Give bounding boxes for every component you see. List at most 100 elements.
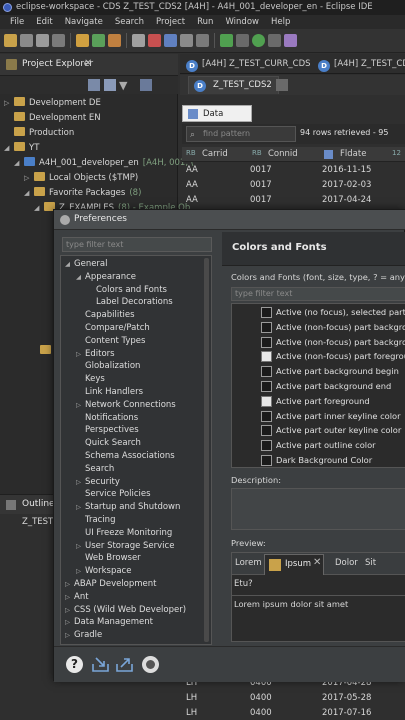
tree-item[interactable]: ◢ A4H_001_developer_en [A4H, 001, ( xyxy=(14,156,194,171)
pref-tree-item[interactable]: Notifications xyxy=(76,412,138,425)
column-connid[interactable]: Connid xyxy=(268,149,298,159)
expand-icon[interactable]: ◢ xyxy=(76,271,85,284)
menu-file[interactable]: File xyxy=(4,15,30,29)
column-fldate[interactable]: Fldate xyxy=(340,149,366,159)
expand-icon[interactable]: ▷ xyxy=(4,96,14,111)
pref-tree-item[interactable]: UI Freeze Monitoring xyxy=(76,527,172,540)
data-preview-tab[interactable]: Data Preview xyxy=(182,105,252,136)
subtab-z-test-cds2[interactable]: D Z_TEST_CDS2 xyxy=(188,76,279,94)
expand-icon[interactable]: ▷ xyxy=(65,604,74,617)
find-pattern-input[interactable]: ⌕ find pattern xyxy=(186,126,296,142)
menu-project[interactable]: Project xyxy=(150,15,191,29)
pref-tree-item[interactable]: Service Policies xyxy=(76,488,151,501)
check-icon[interactable] xyxy=(132,34,145,47)
column-carrid[interactable]: Carrid xyxy=(202,149,228,159)
pref-tree-item[interactable]: Capabilities xyxy=(76,309,135,322)
pref-tree-item[interactable]: ▷ Startup and Shutdown xyxy=(76,501,180,514)
pref-tree-item[interactable]: ▷ Gradle xyxy=(65,629,102,642)
expand-icon[interactable]: ◢ xyxy=(14,156,24,171)
debug-icon[interactable] xyxy=(148,34,161,47)
tree-item[interactable]: ▷ Development DE xyxy=(4,96,101,111)
color-item[interactable]: Active (no focus), selected part foregr xyxy=(232,305,405,320)
color-item[interactable]: Active part outline color xyxy=(232,438,405,453)
preferences-filter-input[interactable]: type filter text xyxy=(62,237,212,252)
pref-tree-item[interactable]: ▷ CSS (Wild Web Developer) xyxy=(65,604,186,617)
save-icon[interactable] xyxy=(20,34,33,47)
expand-icon[interactable]: ▷ xyxy=(65,591,74,604)
table-row[interactable]: AA 0017 2017-02-03 xyxy=(182,178,405,193)
color-item[interactable]: Active part inner keyline color xyxy=(232,409,405,424)
pref-tree-item[interactable]: ◢ Appearance xyxy=(76,271,136,284)
import-icon[interactable] xyxy=(92,656,109,673)
expand-icon[interactable]: ◢ xyxy=(4,141,14,156)
menu-run[interactable]: Run xyxy=(191,15,219,29)
tree-item[interactable]: Development EN xyxy=(4,111,101,126)
pref-tree-item[interactable]: Link Handlers xyxy=(76,386,143,399)
pref-tree-item[interactable]: Search xyxy=(76,463,114,476)
pref-tree-item[interactable]: Globalization xyxy=(76,360,140,373)
collapse-all-icon[interactable] xyxy=(88,79,100,91)
table-row[interactable]: AA 0017 2017-04-24 xyxy=(182,193,405,208)
pref-tree-item[interactable]: Tracing xyxy=(76,514,115,527)
pref-tree-item[interactable]: Label Decorations xyxy=(87,296,173,309)
print-icon[interactable] xyxy=(52,34,65,47)
external-tools-icon[interactable] xyxy=(284,34,297,47)
color-item[interactable]: Active (non-focus) part background xyxy=(232,335,405,350)
outline-tab[interactable]: Outline xyxy=(0,494,60,514)
oomph-icon[interactable] xyxy=(142,656,159,673)
filter-icon[interactable]: ▼ xyxy=(119,79,127,92)
tree-item[interactable]: ▷ Local Objects ($TMP) xyxy=(24,171,138,186)
color-item[interactable]: Active (non-focus) part background xyxy=(232,320,405,335)
launch-icon[interactable] xyxy=(252,34,265,47)
colors-filter-input[interactable]: type filter text xyxy=(231,287,405,301)
pref-tree-item[interactable]: ▷ ABAP Development xyxy=(65,578,157,591)
color-item[interactable]: Active part foreground xyxy=(232,394,405,409)
expand-icon[interactable]: ◢ xyxy=(65,258,74,271)
launch-dropdown-icon[interactable] xyxy=(268,34,281,47)
toggle-icon[interactable] xyxy=(180,34,193,47)
save-all-icon[interactable] xyxy=(36,34,49,47)
expand-icon[interactable]: ▷ xyxy=(24,171,34,186)
open-type-icon[interactable] xyxy=(76,34,89,47)
color-item[interactable]: Active part background begin xyxy=(232,364,405,379)
tree-item[interactable]: ◢ Favorite Packages (8) xyxy=(24,186,141,201)
run-icon[interactable] xyxy=(220,34,233,47)
activate-icon[interactable] xyxy=(92,34,105,47)
preview-tab-sit[interactable]: Sit xyxy=(365,558,376,568)
preview-tab-ipsum[interactable]: Ipsum ✕ xyxy=(264,554,324,575)
close-icon[interactable]: ✕ xyxy=(313,557,321,568)
pref-tree-item[interactable]: Keys xyxy=(76,373,105,386)
pref-tree-item[interactable]: Schema Associations xyxy=(76,450,175,463)
preview-tab-dolor[interactable]: Dolor xyxy=(335,558,358,568)
pref-tree-item[interactable]: ▷ Ant xyxy=(65,591,89,604)
expand-icon[interactable]: ◢ xyxy=(24,186,34,201)
pref-tree-item[interactable]: ▷ Network Connections xyxy=(76,399,176,412)
new-icon[interactable] xyxy=(4,34,17,47)
run-dropdown-icon[interactable] xyxy=(236,34,249,47)
export-icon[interactable] xyxy=(116,656,133,673)
link-editor-icon[interactable] xyxy=(104,79,116,91)
pref-tree-item[interactable]: Colors and Fonts xyxy=(87,284,167,297)
paragraph-icon[interactable] xyxy=(196,34,209,47)
pref-tree-item[interactable]: ▷ Security xyxy=(76,476,120,489)
pref-tree-item[interactable]: ▷ Data Management xyxy=(65,616,153,629)
table-row[interactable]: AA 0017 2016-11-15 xyxy=(182,163,405,178)
dialog-title-bar[interactable]: Preferences xyxy=(54,210,405,230)
color-item[interactable]: Active (non-focus) part foreground xyxy=(232,349,405,364)
project-explorer-tab[interactable]: Project Explorer ✕ xyxy=(0,54,178,76)
menu-search[interactable]: Search xyxy=(109,15,150,29)
pref-tree-item[interactable]: ▷ User Storage Service xyxy=(76,540,174,553)
pref-tree-item[interactable]: Web Browser xyxy=(76,552,141,565)
view-menu-icon[interactable] xyxy=(140,79,152,91)
menu-window[interactable]: Window xyxy=(219,15,265,29)
pref-tree-item[interactable]: ▷ Workspace xyxy=(76,565,131,578)
color-item[interactable]: Active part outer keyline color xyxy=(232,423,405,438)
preview-tab-lorem[interactable]: Lorem xyxy=(235,558,262,568)
color-item[interactable]: Dark Background Color xyxy=(232,453,405,467)
menu-edit[interactable]: Edit xyxy=(30,15,58,29)
expand-icon[interactable]: ▷ xyxy=(76,399,85,412)
expand-icon[interactable]: ▷ xyxy=(76,565,85,578)
pref-tree-item[interactable]: Perspectives xyxy=(76,424,139,437)
menu-help[interactable]: Help xyxy=(265,15,296,29)
table-row[interactable]: LH 0400 2017-05-28 xyxy=(182,691,405,706)
